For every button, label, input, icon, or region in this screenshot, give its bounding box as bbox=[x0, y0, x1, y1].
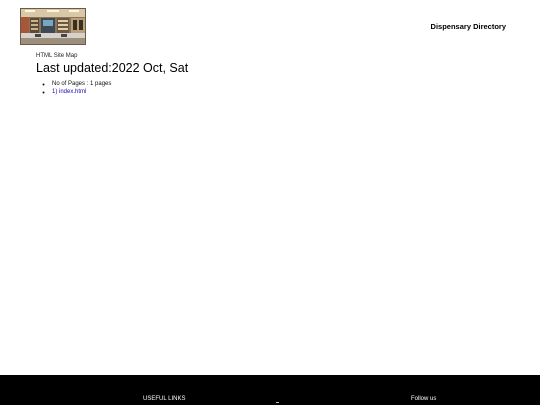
index-page-link[interactable]: 1) index.html bbox=[52, 89, 86, 95]
useful-links-heading: USEFUL LINKS bbox=[143, 396, 186, 402]
follow-us-heading: Follow us bbox=[411, 396, 437, 402]
page-count-text: No of Pages : 1 pages bbox=[52, 81, 112, 87]
brand-title-link[interactable]: Dispensary Directory bbox=[431, 22, 506, 31]
dispensary-interior-illustration bbox=[21, 9, 85, 44]
page-count-item: No of Pages : 1 pages bbox=[52, 80, 111, 88]
footer-divider-mark bbox=[276, 402, 279, 403]
last-updated-heading: Last updated:2022 Oct, Sat bbox=[36, 61, 189, 75]
page-link-item: 1) index.html bbox=[52, 88, 111, 96]
sitemap-page-list: No of Pages : 1 pages 1) index.html bbox=[36, 80, 111, 96]
sitemap-caption: HTML Site Map bbox=[36, 53, 78, 59]
site-logo-image[interactable] bbox=[20, 8, 86, 45]
site-footer: USEFUL LINKS Follow us bbox=[0, 375, 540, 405]
